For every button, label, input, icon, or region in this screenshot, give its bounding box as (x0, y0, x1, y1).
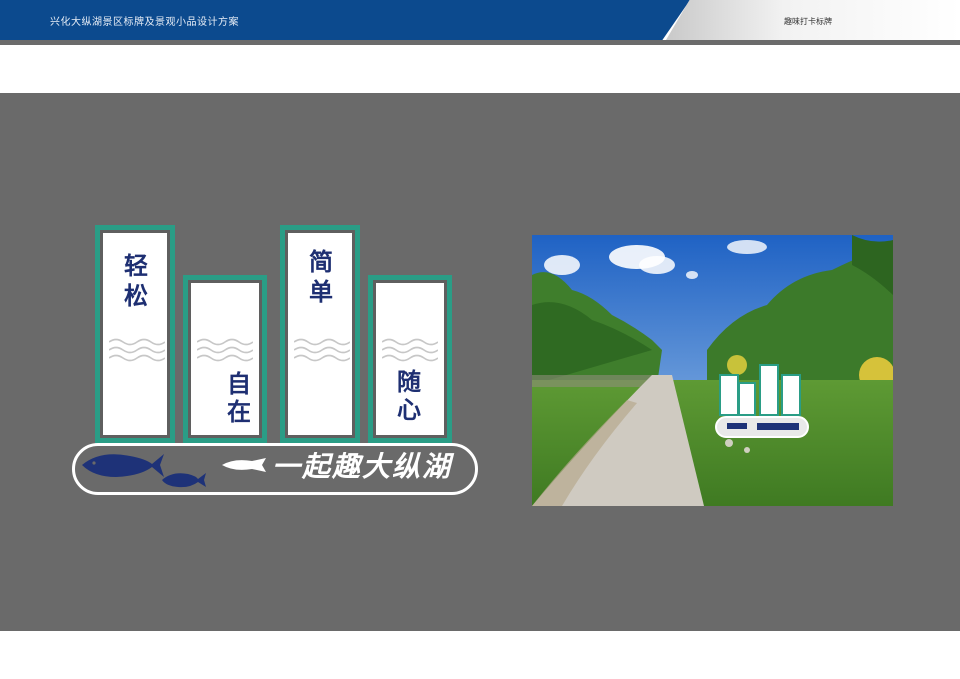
board-3-text-bottom: 单 (309, 277, 333, 306)
board-4-text-top: 随 (397, 367, 421, 396)
sign-board-1: 轻 松 (95, 225, 175, 443)
header-divider (0, 40, 960, 45)
sign-board-3: 简 单 (280, 225, 360, 443)
wave-pattern (197, 338, 253, 362)
board-1-text-bottom: 松 (124, 281, 148, 310)
board-3-text-top: 简 (309, 247, 333, 276)
section-title: 趣味打卡标牌 (784, 17, 832, 26)
sign-board-4: 随 心 (368, 275, 452, 443)
site-photo (532, 235, 893, 506)
board-2-text-bottom: 在 (227, 397, 251, 426)
wave-pattern (382, 338, 438, 362)
sign-board-2: 自 在 (183, 275, 267, 443)
slogan-text: 一起趣大纵湖 (272, 450, 453, 483)
small-fish-icon (162, 473, 206, 488)
board-2-text-top: 自 (227, 369, 251, 398)
content-panel: 轻 松 自 在 简 单 随 心 一起趣大纵湖 (0, 93, 960, 631)
wave-pattern (294, 338, 350, 362)
board-4-text-bottom: 心 (397, 395, 421, 424)
wave-pattern (109, 338, 165, 362)
fish-outline-icon (222, 458, 266, 472)
fish-icon (82, 454, 164, 477)
page-header: 兴化大纵湖景区标牌及景观小品设计方案 趣味打卡标牌 (0, 0, 960, 46)
document-title: 兴化大纵湖景区标牌及景观小品设计方案 (50, 17, 239, 28)
board-1-text-top: 轻 (124, 251, 148, 280)
